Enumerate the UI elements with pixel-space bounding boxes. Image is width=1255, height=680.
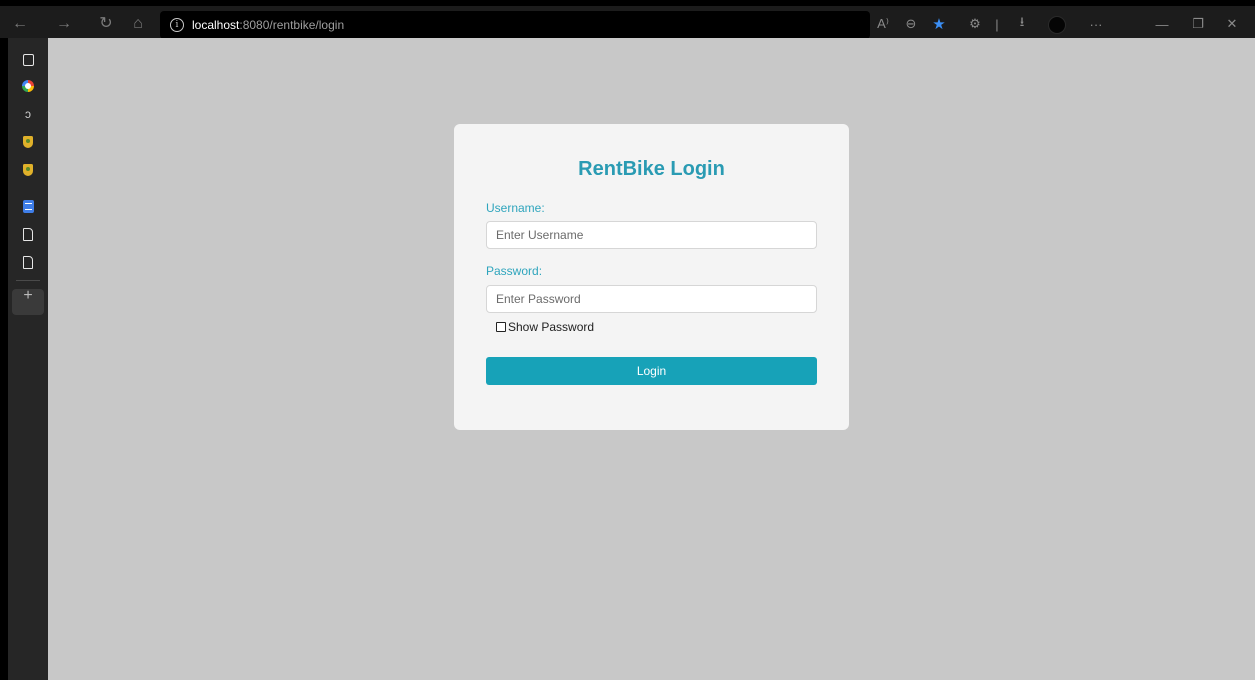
restore-icon[interactable]: ❐ bbox=[1186, 12, 1210, 36]
browser-toolbar: ← → ↻ ⌂ i localhost:8080/rentbike/login … bbox=[0, 0, 1255, 39]
shield-tab-icon[interactable] bbox=[18, 132, 38, 152]
downloads-icon[interactable]: ⭳ bbox=[1012, 12, 1032, 36]
back-arrow-icon[interactable]: ← bbox=[8, 12, 32, 36]
password-label: Password: bbox=[486, 264, 543, 278]
refresh-icon[interactable]: ↻ bbox=[94, 12, 118, 36]
close-window-icon[interactable]: ✕ bbox=[1220, 12, 1244, 36]
address-host: localhost bbox=[192, 18, 240, 32]
show-password-label: Show Password bbox=[508, 320, 595, 334]
profile-avatar[interactable] bbox=[1048, 16, 1066, 34]
more-options-icon[interactable]: ··· bbox=[1084, 12, 1108, 36]
username-label: Username: bbox=[486, 201, 545, 215]
address-bar[interactable]: i localhost:8080/rentbike/login bbox=[160, 11, 870, 39]
active-page-tab-icon[interactable] bbox=[18, 252, 38, 272]
home-icon[interactable]: ⌂ bbox=[126, 12, 150, 36]
login-card: RentBike Login Username: Password: Show … bbox=[454, 124, 849, 430]
vertical-tabs-sidebar: ↄ + bbox=[8, 38, 48, 680]
password-input[interactable] bbox=[486, 285, 817, 313]
zoom-icon[interactable]: ⊖ bbox=[901, 12, 921, 36]
address-path: :8080/rentbike/login bbox=[239, 18, 345, 32]
window-edge bbox=[0, 38, 8, 680]
page-viewport: RentBike Login Username: Password: Show … bbox=[48, 38, 1255, 680]
new-tab-plus-icon[interactable]: + bbox=[18, 286, 38, 306]
minimize-icon[interactable]: — bbox=[1150, 12, 1174, 36]
sidebar-divider bbox=[16, 280, 40, 281]
info-icon[interactable]: i bbox=[170, 18, 184, 32]
read-aloud-icon[interactable]: A⁾ bbox=[873, 12, 893, 36]
toolbar-separator: | bbox=[995, 16, 999, 32]
extensions-icon[interactable]: ⚙ bbox=[965, 12, 985, 36]
tab-actions-icon[interactable] bbox=[18, 50, 38, 70]
username-input[interactable] bbox=[486, 221, 817, 249]
favorite-star-icon[interactable]: ★ bbox=[929, 12, 949, 36]
show-password-toggle[interactable]: Show Password bbox=[496, 320, 594, 334]
forward-arrow-icon[interactable]: → bbox=[52, 12, 76, 36]
page-tab-icon[interactable] bbox=[18, 224, 38, 244]
shield-tab-2-icon[interactable] bbox=[18, 160, 38, 180]
login-title: RentBike Login bbox=[578, 158, 725, 180]
login-button[interactable]: Login bbox=[486, 357, 817, 385]
show-password-checkbox[interactable] bbox=[496, 322, 506, 332]
docs-tab-icon[interactable] bbox=[18, 196, 38, 216]
tab-3-icon[interactable]: ↄ bbox=[18, 104, 38, 124]
google-tab-icon[interactable] bbox=[18, 76, 38, 96]
